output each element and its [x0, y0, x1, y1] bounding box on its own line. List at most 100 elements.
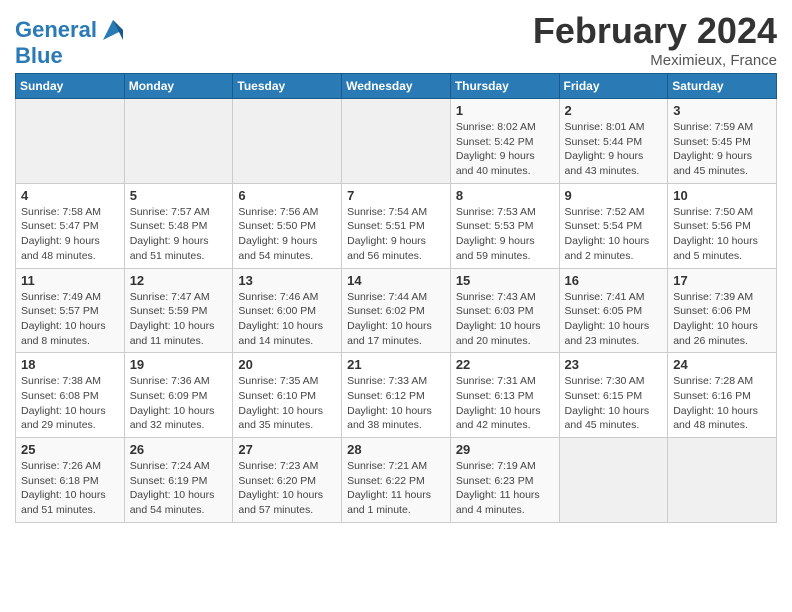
calendar-week-row: 18 Sunrise: 7:38 AM Sunset: 6:08 PM Dayli…	[16, 353, 777, 438]
page-header: General Blue February 2024 Meximieux, Fr…	[15, 10, 777, 69]
col-header-friday: Friday	[559, 74, 668, 99]
calendar-cell: 7Sunrise: 7:54 AM Sunset: 5:51 PM Daylig…	[342, 183, 451, 268]
day-number: 15	[456, 273, 554, 288]
calendar-cell: 11 Sunrise: 7:49 AM Sunset: 5:57 PM Dayli…	[16, 268, 125, 353]
calendar-cell: 23 Sunrise: 7:30 AM Sunset: 6:15 PM Dayli…	[559, 353, 668, 438]
day-number: 19	[130, 357, 228, 372]
day-info: Sunrise: 7:30 AM Sunset: 6:15 PM Dayligh…	[565, 374, 663, 433]
day-number: 24	[673, 357, 771, 372]
calendar-cell: 8 Sunrise: 7:53 AM Sunset: 5:53 PM Daylig…	[450, 183, 559, 268]
day-info: Sunrise: 8:01 AM Sunset: 5:44 PM Dayligh…	[565, 120, 663, 179]
calendar-cell: 19 Sunrise: 7:36 AM Sunset: 6:09 PM Dayli…	[124, 353, 233, 438]
day-info: Sunrise: 7:49 AM Sunset: 5:57 PM Dayligh…	[21, 290, 119, 349]
col-header-wednesday: Wednesday	[342, 74, 451, 99]
calendar-cell: 12 Sunrise: 7:47 AM Sunset: 5:59 PM Dayli…	[124, 268, 233, 353]
day-info: Sunrise: 7:21 AM Sunset: 6:22 PM Dayligh…	[347, 459, 445, 518]
calendar-cell: 6 Sunrise: 7:56 AM Sunset: 5:50 PM Daylig…	[233, 183, 342, 268]
col-header-monday: Monday	[124, 74, 233, 99]
calendar-cell: 2 Sunrise: 8:01 AM Sunset: 5:44 PM Daylig…	[559, 99, 668, 184]
calendar-week-row: 1Sunrise: 8:02 AM Sunset: 5:42 PM Daylig…	[16, 99, 777, 184]
day-info: Sunrise: 7:56 AM Sunset: 5:50 PM Dayligh…	[238, 205, 336, 264]
col-header-saturday: Saturday	[668, 74, 777, 99]
day-info: Sunrise: 7:58 AM Sunset: 5:47 PM Dayligh…	[21, 205, 119, 264]
calendar-header-row: SundayMondayTuesdayWednesdayThursdayFrid…	[16, 74, 777, 99]
location: Meximieux, France	[533, 52, 777, 69]
day-number: 5	[130, 188, 228, 203]
day-number: 27	[238, 442, 336, 457]
day-info: Sunrise: 7:57 AM Sunset: 5:48 PM Dayligh…	[130, 205, 228, 264]
day-info: Sunrise: 8:02 AM Sunset: 5:42 PM Dayligh…	[456, 120, 554, 179]
day-info: Sunrise: 7:19 AM Sunset: 6:23 PM Dayligh…	[456, 459, 554, 518]
col-header-tuesday: Tuesday	[233, 74, 342, 99]
title-block: February 2024 Meximieux, France	[533, 10, 777, 69]
day-info: Sunrise: 7:59 AM Sunset: 5:45 PM Dayligh…	[673, 120, 771, 179]
day-info: Sunrise: 7:38 AM Sunset: 6:08 PM Dayligh…	[21, 374, 119, 433]
logo-blue-text: Blue	[15, 44, 127, 68]
day-number: 12	[130, 273, 228, 288]
day-number: 8	[456, 188, 554, 203]
calendar-cell: 9 Sunrise: 7:52 AM Sunset: 5:54 PM Daylig…	[559, 183, 668, 268]
day-number: 23	[565, 357, 663, 372]
day-info: Sunrise: 7:54 AM Sunset: 5:51 PM Dayligh…	[347, 205, 445, 264]
month-title: February 2024	[533, 10, 777, 52]
day-info: Sunrise: 7:24 AM Sunset: 6:19 PM Dayligh…	[130, 459, 228, 518]
logo: General Blue	[15, 16, 127, 68]
day-info: Sunrise: 7:33 AM Sunset: 6:12 PM Dayligh…	[347, 374, 445, 433]
calendar-cell: 4 Sunrise: 7:58 AM Sunset: 5:47 PM Daylig…	[16, 183, 125, 268]
calendar-cell: 25 Sunrise: 7:26 AM Sunset: 6:18 PM Dayli…	[16, 438, 125, 523]
day-number: 18	[21, 357, 119, 372]
calendar-cell: 3 Sunrise: 7:59 AM Sunset: 5:45 PM Daylig…	[668, 99, 777, 184]
day-number: 14	[347, 273, 445, 288]
day-number: 2	[565, 103, 663, 118]
calendar-cell: 16 Sunrise: 7:41 AM Sunset: 6:05 PM Dayli…	[559, 268, 668, 353]
day-number: 25	[21, 442, 119, 457]
calendar-cell: 26Sunrise: 7:24 AM Sunset: 6:19 PM Dayli…	[124, 438, 233, 523]
calendar-cell: 20 Sunrise: 7:35 AM Sunset: 6:10 PM Dayli…	[233, 353, 342, 438]
day-number: 9	[565, 188, 663, 203]
day-number: 20	[238, 357, 336, 372]
calendar-cell: 29 Sunrise: 7:19 AM Sunset: 6:23 PM Dayli…	[450, 438, 559, 523]
calendar-cell: 24Sunrise: 7:28 AM Sunset: 6:16 PM Dayli…	[668, 353, 777, 438]
day-number: 4	[21, 188, 119, 203]
day-number: 16	[565, 273, 663, 288]
calendar-cell: 1Sunrise: 8:02 AM Sunset: 5:42 PM Daylig…	[450, 99, 559, 184]
day-info: Sunrise: 7:39 AM Sunset: 6:06 PM Dayligh…	[673, 290, 771, 349]
calendar-week-row: 11 Sunrise: 7:49 AM Sunset: 5:57 PM Dayli…	[16, 268, 777, 353]
day-info: Sunrise: 7:44 AM Sunset: 6:02 PM Dayligh…	[347, 290, 445, 349]
calendar-cell	[16, 99, 125, 184]
day-number: 13	[238, 273, 336, 288]
day-info: Sunrise: 7:36 AM Sunset: 6:09 PM Dayligh…	[130, 374, 228, 433]
day-info: Sunrise: 7:41 AM Sunset: 6:05 PM Dayligh…	[565, 290, 663, 349]
day-number: 11	[21, 273, 119, 288]
day-info: Sunrise: 7:26 AM Sunset: 6:18 PM Dayligh…	[21, 459, 119, 518]
day-info: Sunrise: 7:31 AM Sunset: 6:13 PM Dayligh…	[456, 374, 554, 433]
day-number: 29	[456, 442, 554, 457]
calendar-week-row: 4 Sunrise: 7:58 AM Sunset: 5:47 PM Daylig…	[16, 183, 777, 268]
calendar-cell: 14 Sunrise: 7:44 AM Sunset: 6:02 PM Dayli…	[342, 268, 451, 353]
day-number: 17	[673, 273, 771, 288]
calendar-cell: 10Sunrise: 7:50 AM Sunset: 5:56 PM Dayli…	[668, 183, 777, 268]
day-info: Sunrise: 7:47 AM Sunset: 5:59 PM Dayligh…	[130, 290, 228, 349]
day-number: 6	[238, 188, 336, 203]
day-info: Sunrise: 7:23 AM Sunset: 6:20 PM Dayligh…	[238, 459, 336, 518]
day-info: Sunrise: 7:35 AM Sunset: 6:10 PM Dayligh…	[238, 374, 336, 433]
day-info: Sunrise: 7:53 AM Sunset: 5:53 PM Dayligh…	[456, 205, 554, 264]
calendar-week-row: 25 Sunrise: 7:26 AM Sunset: 6:18 PM Dayli…	[16, 438, 777, 523]
day-info: Sunrise: 7:50 AM Sunset: 5:56 PM Dayligh…	[673, 205, 771, 264]
calendar-cell	[342, 99, 451, 184]
calendar-cell: 21Sunrise: 7:33 AM Sunset: 6:12 PM Dayli…	[342, 353, 451, 438]
day-number: 3	[673, 103, 771, 118]
day-info: Sunrise: 7:43 AM Sunset: 6:03 PM Dayligh…	[456, 290, 554, 349]
calendar-cell: 28 Sunrise: 7:21 AM Sunset: 6:22 PM Dayli…	[342, 438, 451, 523]
calendar-table: SundayMondayTuesdayWednesdayThursdayFrid…	[15, 73, 777, 523]
calendar-cell	[559, 438, 668, 523]
calendar-cell: 18 Sunrise: 7:38 AM Sunset: 6:08 PM Dayli…	[16, 353, 125, 438]
calendar-cell	[233, 99, 342, 184]
day-info: Sunrise: 7:52 AM Sunset: 5:54 PM Dayligh…	[565, 205, 663, 264]
calendar-cell: 27 Sunrise: 7:23 AM Sunset: 6:20 PM Dayli…	[233, 438, 342, 523]
day-number: 28	[347, 442, 445, 457]
day-info: Sunrise: 7:46 AM Sunset: 6:00 PM Dayligh…	[238, 290, 336, 349]
calendar-cell	[668, 438, 777, 523]
calendar-cell	[124, 99, 233, 184]
logo-text: General	[15, 18, 97, 42]
